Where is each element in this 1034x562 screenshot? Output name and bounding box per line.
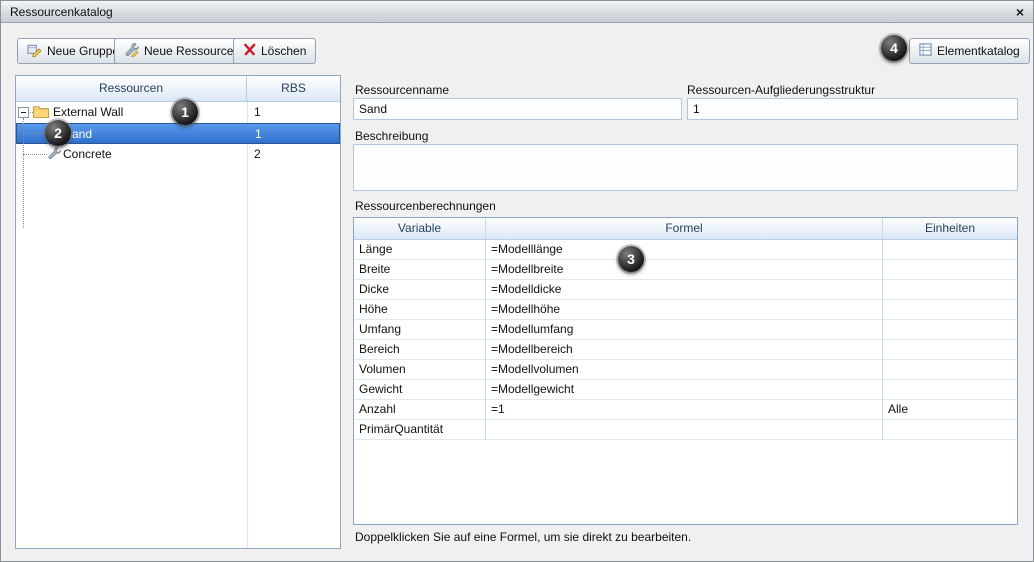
tree-item-rbs: 1 — [254, 105, 261, 119]
calc-variable: Dicke — [354, 280, 486, 299]
calc-formula[interactable] — [486, 420, 883, 439]
calc-variable: PrimärQuantität — [354, 420, 486, 439]
new-group-label: Neue Gruppe — [47, 44, 120, 58]
tree-column-rbs: RBS — [281, 81, 306, 95]
formula-edit-hint: Doppelklicken Sie auf eine Formel, um si… — [355, 530, 692, 544]
calc-row-umfang[interactable]: Umfang =Modellumfang — [354, 320, 1017, 340]
calc-row-volumen[interactable]: Volumen =Modellvolumen — [354, 360, 1017, 380]
callout-2: 2 — [45, 120, 71, 146]
delete-x-icon — [243, 43, 256, 59]
tree-connector-line — [23, 154, 47, 155]
window-title: Ressourcenkatalog — [10, 4, 113, 19]
calc-formula[interactable]: =Modellbereich — [486, 340, 883, 359]
calc-row-bereich[interactable]: Bereich =Modellbereich — [354, 340, 1017, 360]
calc-variable: Gewicht — [354, 380, 486, 399]
description-label: Beschreibung — [355, 129, 429, 143]
tree-item-rbs: 1 — [255, 127, 262, 141]
calc-row-laenge[interactable]: Länge =Modelllänge — [354, 240, 1017, 260]
resource-tree-panel: Ressourcen RBS External Wall 1 Sand 1 Co… — [15, 75, 341, 549]
new-resource-label: Neue Ressource — [144, 44, 234, 58]
calc-variable: Breite — [354, 260, 486, 279]
calc-variable: Bereich — [354, 340, 486, 359]
calc-units[interactable] — [883, 380, 1017, 399]
calculations-table: Variable Formel Einheiten Länge =Modelll… — [353, 217, 1018, 525]
calc-formula[interactable]: =Modellbreite — [486, 260, 883, 279]
new-resource-button[interactable]: Neue Ressource — [114, 38, 244, 64]
description-field[interactable] — [353, 144, 1018, 191]
calc-units[interactable] — [883, 260, 1017, 279]
callout-1: 1 — [172, 99, 198, 125]
element-catalog-label: Elementkatalog — [937, 44, 1020, 58]
close-icon[interactable]: × — [1016, 5, 1024, 19]
new-resource-icon — [124, 42, 139, 60]
calc-formula[interactable]: =Modelldicke — [486, 280, 883, 299]
element-catalog-button[interactable]: Elementkatalog — [909, 38, 1030, 64]
calc-col-formula: Formel — [486, 218, 883, 239]
calc-formula[interactable]: =Modellgewicht — [486, 380, 883, 399]
delete-label: Löschen — [261, 44, 307, 58]
tree-item-rbs: 2 — [254, 147, 261, 161]
calc-units[interactable]: Alle — [883, 400, 1017, 419]
calc-col-variable: Variable — [354, 218, 486, 239]
callout-4: 4 — [881, 35, 907, 61]
calc-units[interactable] — [883, 280, 1017, 299]
tree-connector-line — [30, 112, 33, 113]
calc-row-dicke[interactable]: Dicke =Modelldicke — [354, 280, 1017, 300]
calc-row-anzahl[interactable]: Anzahl =1 Alle — [354, 400, 1017, 420]
calc-formula[interactable]: =1 — [486, 400, 883, 419]
calc-variable: Umfang — [354, 320, 486, 339]
calc-variable: Anzahl — [354, 400, 486, 419]
calc-formula[interactable]: =Modellvolumen — [486, 360, 883, 379]
calc-row-gewicht[interactable]: Gewicht =Modellgewicht — [354, 380, 1017, 400]
tree-connector-line — [23, 133, 47, 134]
tree-item-label[interactable]: External Wall — [53, 102, 123, 123]
resource-name-input[interactable] — [353, 98, 682, 120]
calc-variable: Länge — [354, 240, 486, 259]
rbs-input[interactable] — [687, 98, 1018, 120]
calc-col-units: Einheiten — [924, 221, 976, 235]
calc-variable: Höhe — [354, 300, 486, 319]
tree-header: Ressourcen RBS — [16, 76, 340, 102]
rbs-label: Ressourcen-Aufgliederungsstruktur — [687, 83, 876, 97]
tree-column-separator — [247, 102, 248, 548]
resource-catalog-dialog: Ressourcenkatalog × Neue Gruppe Neue Res… — [0, 0, 1034, 562]
tree-connector-line — [23, 118, 24, 228]
wrench-icon — [47, 146, 61, 163]
calc-row-breite[interactable]: Breite =Modellbreite — [354, 260, 1017, 280]
callout-3: 3 — [618, 246, 644, 272]
calc-variable: Volumen — [354, 360, 486, 379]
resource-name-label: Ressourcenname — [355, 83, 450, 97]
calc-row-hoehe[interactable]: Höhe =Modellhöhe — [354, 300, 1017, 320]
calc-formula[interactable]: =Modellumfang — [486, 320, 883, 339]
title-bar: Ressourcenkatalog × — [1, 1, 1033, 23]
calc-units[interactable] — [883, 420, 1017, 439]
calc-formula[interactable]: =Modelllänge — [486, 240, 883, 259]
calc-units[interactable] — [883, 300, 1017, 319]
tree-item-label[interactable]: Concrete — [63, 144, 112, 165]
calc-units[interactable] — [883, 340, 1017, 359]
tree-row-concrete[interactable]: Concrete 2 — [16, 144, 340, 165]
new-group-button[interactable]: Neue Gruppe — [17, 38, 130, 64]
calc-formula[interactable]: =Modellhöhe — [486, 300, 883, 319]
tree-column-resources: Ressourcen — [16, 76, 247, 101]
delete-button[interactable]: Löschen — [233, 38, 317, 64]
calc-table-header: Variable Formel Einheiten — [354, 218, 1017, 240]
element-catalog-icon — [919, 43, 932, 59]
calc-units[interactable] — [883, 320, 1017, 339]
new-group-icon — [27, 42, 42, 60]
calc-units[interactable] — [883, 360, 1017, 379]
collapse-expander-icon[interactable] — [18, 107, 29, 118]
calc-units[interactable] — [883, 240, 1017, 259]
calculations-label: Ressourcenberechnungen — [355, 199, 496, 213]
calc-row-primaerquantitaet[interactable]: PrimärQuantität — [354, 420, 1017, 440]
folder-icon — [33, 105, 49, 121]
